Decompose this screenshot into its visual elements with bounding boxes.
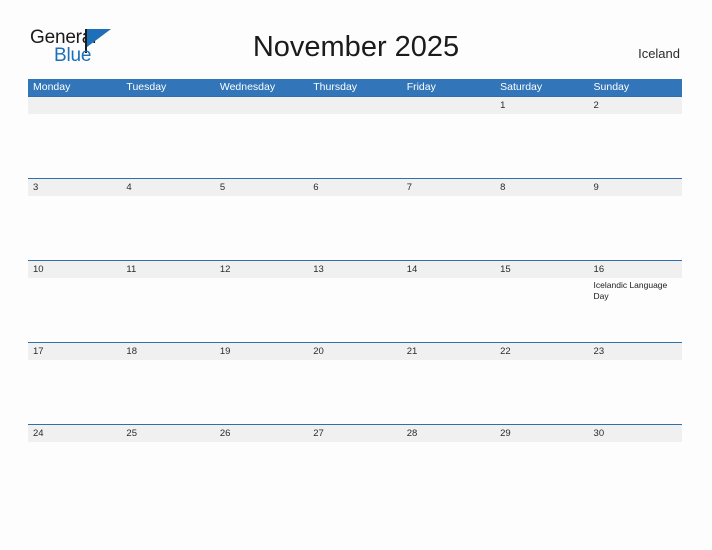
day-cell[interactable] [495, 442, 588, 505]
day-cell[interactable] [495, 360, 588, 423]
day-number[interactable]: 15 [495, 261, 588, 278]
day-cell[interactable] [402, 114, 495, 177]
day-number[interactable]: 12 [215, 261, 308, 278]
weekday-header-friday: Friday [406, 81, 436, 93]
day-number[interactable]: 23 [589, 343, 682, 360]
day-cell[interactable] [402, 196, 495, 259]
day-cell[interactable] [28, 278, 121, 341]
day-cell[interactable] [495, 196, 588, 259]
day-number[interactable]: 28 [402, 425, 495, 442]
day-number[interactable]: 30 [589, 425, 682, 442]
day-number[interactable]: 20 [308, 343, 401, 360]
day-number[interactable] [215, 97, 308, 114]
day-cell[interactable] [308, 360, 401, 423]
day-cell[interactable] [215, 360, 308, 423]
day-cell[interactable] [215, 196, 308, 259]
week-event-strip [28, 114, 682, 177]
calendar-page: General Blue November 2025 Iceland Monda… [0, 0, 712, 550]
week-row: 10 11 12 13 14 15 16 Icelandic Language … [28, 260, 682, 342]
weekday-header-row: Monday Tuesday Wednesday Thursday Friday… [28, 79, 682, 96]
week-event-strip: Icelandic Language Day [28, 278, 682, 341]
day-number[interactable]: 11 [121, 261, 214, 278]
day-number[interactable]: 21 [402, 343, 495, 360]
day-cell[interactable] [308, 278, 401, 341]
day-number[interactable] [28, 97, 121, 114]
day-cell[interactable] [402, 442, 495, 505]
week-date-strip: 1 2 [28, 97, 682, 114]
day-number[interactable] [402, 97, 495, 114]
day-cell[interactable] [28, 360, 121, 423]
day-cell[interactable] [495, 114, 588, 177]
day-cell[interactable] [215, 442, 308, 505]
weekday-header-wednesday: Wednesday [219, 81, 276, 93]
day-number[interactable]: 17 [28, 343, 121, 360]
day-number[interactable]: 16 [589, 261, 682, 278]
day-number[interactable]: 3 [28, 179, 121, 196]
day-cell[interactable] [589, 360, 682, 423]
day-number[interactable] [308, 97, 401, 114]
day-number[interactable]: 25 [121, 425, 214, 442]
week-row: 24 25 26 27 28 29 30 [28, 424, 682, 506]
day-cell[interactable] [308, 442, 401, 505]
day-number[interactable]: 8 [495, 179, 588, 196]
week-date-strip: 3 4 5 6 7 8 9 [28, 179, 682, 196]
week-row: 17 18 19 20 21 22 23 [28, 342, 682, 424]
day-number[interactable]: 6 [308, 179, 401, 196]
week-date-strip: 10 11 12 13 14 15 16 [28, 261, 682, 278]
day-number[interactable]: 9 [589, 179, 682, 196]
day-cell[interactable] [121, 278, 214, 341]
day-cell[interactable] [121, 114, 214, 177]
page-header: General Blue November 2025 Iceland [0, 0, 712, 78]
day-cell[interactable] [402, 278, 495, 341]
week-event-strip [28, 360, 682, 423]
day-cell[interactable] [589, 442, 682, 505]
week-date-strip: 17 18 19 20 21 22 23 [28, 343, 682, 360]
day-number[interactable]: 26 [215, 425, 308, 442]
day-cell[interactable] [215, 114, 308, 177]
day-cell[interactable] [121, 196, 214, 259]
page-title: November 2025 [252, 31, 460, 63]
day-number[interactable]: 27 [308, 425, 401, 442]
day-cell[interactable] [308, 196, 401, 259]
weekday-header-monday: Monday [33, 81, 71, 93]
weekday-header-saturday: Saturday [500, 81, 543, 93]
weekday-header-sunday: Sunday [593, 81, 630, 93]
calendar-grid: Monday Tuesday Wednesday Thursday Friday… [28, 79, 682, 506]
day-cell[interactable] [28, 442, 121, 505]
day-number[interactable]: 4 [121, 179, 214, 196]
day-number[interactable]: 1 [495, 97, 588, 114]
week-event-strip [28, 196, 682, 259]
day-number[interactable]: 5 [215, 179, 308, 196]
day-number[interactable]: 10 [28, 261, 121, 278]
day-cell[interactable] [589, 196, 682, 259]
holiday-event-text: Icelandic Language Day [593, 280, 668, 301]
day-number[interactable]: 7 [402, 179, 495, 196]
weekday-header-thursday: Thursday [313, 81, 358, 93]
day-number[interactable]: 13 [308, 261, 401, 278]
day-number[interactable]: 24 [28, 425, 121, 442]
day-number[interactable]: 18 [121, 343, 214, 360]
day-number[interactable]: 29 [495, 425, 588, 442]
day-cell[interactable] [121, 360, 214, 423]
day-number[interactable]: 19 [215, 343, 308, 360]
week-event-strip [28, 442, 682, 505]
region-label: Iceland [638, 46, 680, 61]
day-cell[interactable] [402, 360, 495, 423]
day-cell[interactable] [589, 114, 682, 177]
day-cell[interactable] [28, 196, 121, 259]
week-row: 1 2 [28, 96, 682, 178]
day-cell[interactable] [308, 114, 401, 177]
day-cell-holiday[interactable]: Icelandic Language Day [589, 278, 682, 341]
day-cell[interactable] [495, 278, 588, 341]
week-date-strip: 24 25 26 27 28 29 30 [28, 425, 682, 442]
week-row: 3 4 5 6 7 8 9 [28, 178, 682, 260]
day-cell[interactable] [121, 442, 214, 505]
day-number[interactable] [121, 97, 214, 114]
day-number[interactable]: 14 [402, 261, 495, 278]
day-number[interactable]: 22 [495, 343, 588, 360]
day-cell[interactable] [215, 278, 308, 341]
day-number[interactable]: 2 [589, 97, 682, 114]
day-cell[interactable] [28, 114, 121, 177]
weekday-header-tuesday: Tuesday [126, 81, 167, 93]
